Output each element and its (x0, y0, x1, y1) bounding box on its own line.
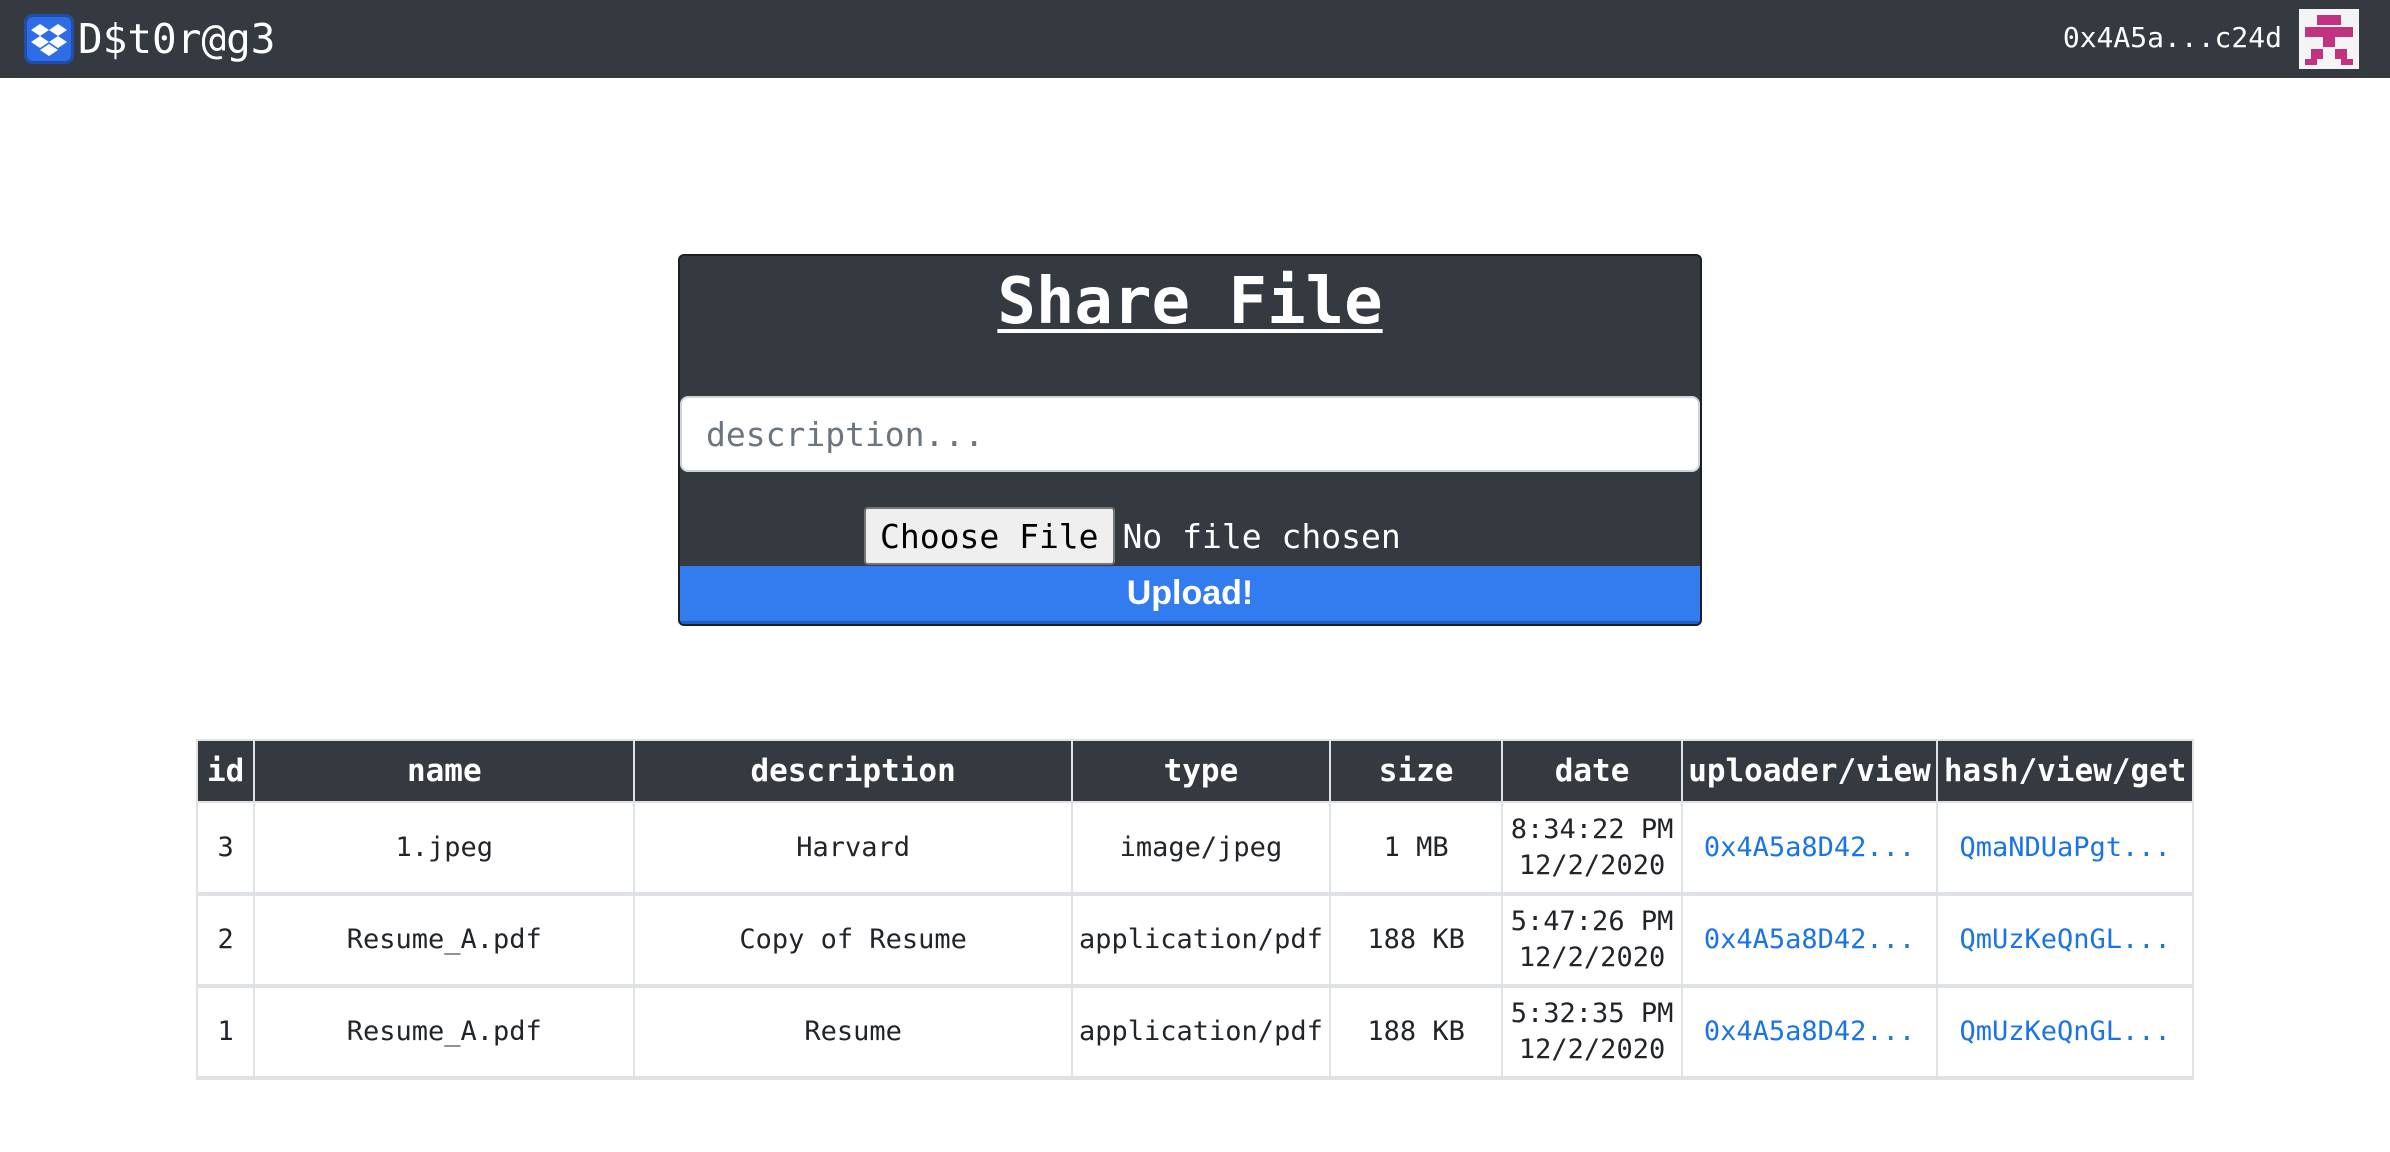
cell-time-text: 5:32:35 PM (1510, 998, 1674, 1029)
table-header-row: id name description type size date uploa… (195, 739, 2194, 803)
cell-type: application/pdf (1071, 893, 1331, 988)
table-row: 1 Resume_A.pdf Resume application/pdf 18… (195, 985, 2194, 1080)
column-header-size: size (1328, 739, 1504, 803)
cell-hash: QmUzKeQnGL... (1936, 893, 2194, 988)
column-header-type: type (1071, 739, 1331, 803)
cell-time-text: 5:47:26 PM (1510, 906, 1674, 937)
hash-link[interactable]: QmaNDUaPgt... (1959, 832, 2170, 863)
cell-id: 1 (195, 985, 256, 1080)
column-header-description: description (633, 739, 1073, 803)
hash-link[interactable]: QmUzKeQnGL... (1959, 924, 2170, 955)
file-status-text: No file chosen (1122, 516, 1401, 556)
cell-uploader: 0x4A5a8D42... (1680, 801, 1939, 896)
uploader-link[interactable]: 0x4A5a8D42... (1704, 924, 1915, 955)
choose-file-button[interactable]: Choose File (864, 507, 1115, 565)
cell-date: 8:34:22 PM 12/2/2020 (1501, 801, 1683, 896)
uploader-link[interactable]: 0x4A5a8D42... (1704, 832, 1915, 863)
files-table: id name description type size date uploa… (195, 739, 2194, 1080)
cell-description: Copy of Resume (633, 893, 1073, 988)
cell-uploader: 0x4A5a8D42... (1680, 893, 1939, 988)
cell-date-text: 12/2/2020 (1518, 849, 1666, 881)
column-header-id: id (195, 739, 256, 803)
cell-date-text: 12/2/2020 (1518, 1034, 1666, 1065)
column-header-date: date (1501, 739, 1683, 803)
account-address: 0x4A5a...c24d (2062, 21, 2282, 54)
cell-date-text: 12/2/2020 (1518, 942, 1666, 973)
brand-link[interactable]: D$t0r@g3 (24, 12, 275, 66)
cell-time-text: 8:34:22 PM (1510, 813, 1674, 845)
cell-hash: QmUzKeQnGL... (1936, 985, 2194, 1080)
cell-size: 188 KB (1328, 893, 1504, 988)
share-file-title: Share File (997, 265, 1383, 339)
cell-date: 5:32:35 PM 12/2/2020 (1501, 985, 1683, 1080)
cell-description: Harvard (633, 801, 1073, 896)
cell-description: Resume (633, 985, 1073, 1080)
cell-type: application/pdf (1071, 985, 1331, 1080)
dropbox-icon (24, 14, 74, 64)
uploader-link[interactable]: 0x4A5a8D42... (1704, 1016, 1915, 1047)
brand-name: D$t0r@g3 (78, 15, 276, 63)
column-header-hash: hash/view/get (1936, 739, 2194, 803)
file-picker: Choose File No file chosen (864, 506, 1401, 566)
cell-name: 1.jpeg (253, 801, 636, 896)
navbar: D$t0r@g3 0x4A5a...c24d (0, 0, 2390, 78)
cell-size: 188 KB (1328, 985, 1504, 1080)
cell-name: Resume_A.pdf (253, 985, 636, 1080)
identicon-avatar (2299, 9, 2359, 69)
hash-link[interactable]: QmUzKeQnGL... (1959, 1016, 2170, 1047)
cell-hash: QmaNDUaPgt... (1936, 801, 2194, 896)
cell-name: Resume_A.pdf (253, 893, 636, 988)
cell-date: 5:47:26 PM 12/2/2020 (1501, 893, 1683, 988)
cell-uploader: 0x4A5a8D42... (1680, 985, 1939, 1080)
column-header-uploader: uploader/view (1680, 739, 1939, 803)
cell-id: 3 (195, 801, 256, 896)
share-file-card: Share File Choose File No file chosen Up… (678, 254, 1702, 626)
cell-id: 2 (195, 893, 256, 988)
cell-size: 1 MB (1328, 801, 1504, 896)
table-row: 2 Resume_A.pdf Copy of Resume applicatio… (195, 893, 2194, 988)
upload-button[interactable]: Upload! (680, 566, 1700, 624)
table-row: 3 1.jpeg Harvard image/jpeg 1 MB 8:34:22… (195, 801, 2194, 896)
description-input[interactable] (680, 396, 1700, 472)
column-header-name: name (253, 739, 636, 803)
cell-type: image/jpeg (1071, 801, 1331, 896)
